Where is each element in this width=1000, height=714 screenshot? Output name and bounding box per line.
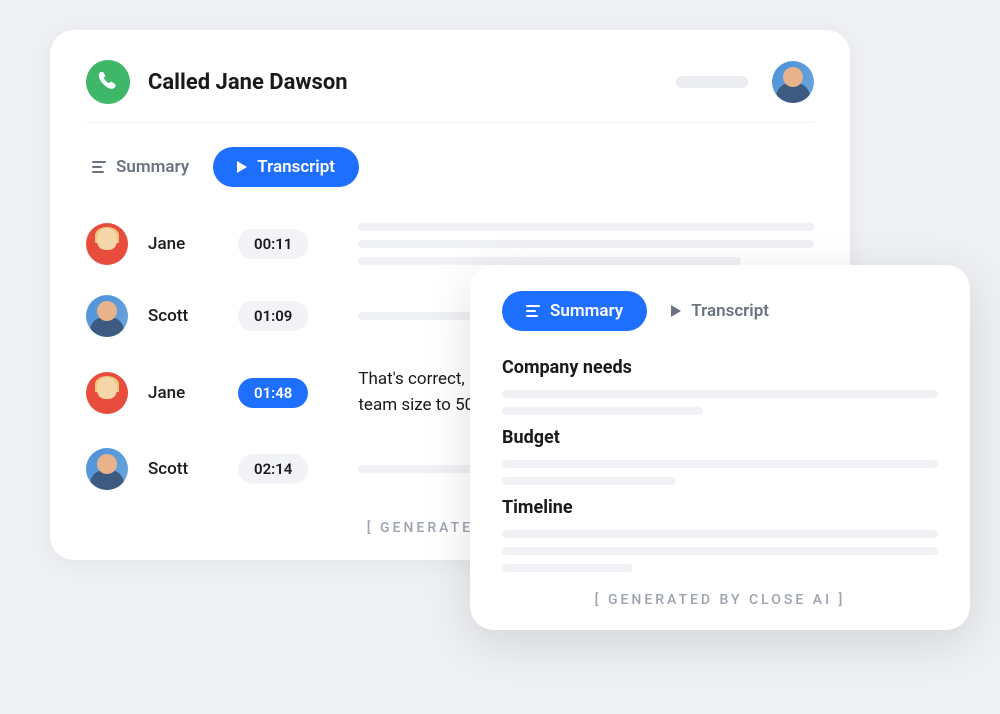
section-lines <box>502 390 938 415</box>
divider <box>86 122 814 123</box>
section-title-budget: Budget <box>502 427 938 448</box>
summary-icon <box>92 161 106 173</box>
timestamp-active[interactable]: 01:48 <box>238 378 308 408</box>
section-lines <box>502 530 938 572</box>
tabs: Summary Transcript <box>86 147 814 187</box>
summary-icon <box>526 305 540 317</box>
section-title-company-needs: Company needs <box>502 357 938 378</box>
speaker-name: Jane <box>148 383 218 403</box>
tab-transcript-label: Transcript <box>257 157 335 177</box>
avatar-scott <box>86 295 128 337</box>
speaker-name: Jane <box>148 234 218 254</box>
call-title: Called Jane Dawson <box>148 70 348 95</box>
play-icon <box>671 305 681 317</box>
tab-summary[interactable]: Summary <box>502 291 647 331</box>
transcript-placeholder <box>328 223 814 265</box>
card-header: Called Jane Dawson <box>86 60 814 104</box>
avatar-jane <box>86 223 128 265</box>
header-right <box>676 61 814 103</box>
section-title-timeline: Timeline <box>502 497 938 518</box>
tab-summary-label: Summary <box>116 157 189 177</box>
summary-card: Summary Transcript Company needs Budget … <box>470 265 970 630</box>
tab-transcript-label: Transcript <box>691 301 769 321</box>
tab-summary[interactable]: Summary <box>86 147 195 187</box>
speaker-name: Scott <box>148 459 218 479</box>
transcript-row[interactable]: Jane 00:11 <box>86 223 814 265</box>
play-icon <box>237 161 247 173</box>
tab-transcript[interactable]: Transcript <box>665 291 775 331</box>
section-lines <box>502 460 938 485</box>
generated-by-footer: [ GENERATED BY CLOSE AI ] <box>502 592 938 608</box>
timestamp[interactable]: 02:14 <box>238 454 308 484</box>
phone-icon <box>86 60 130 104</box>
summary-tabs: Summary Transcript <box>502 291 938 331</box>
avatar-scott <box>86 448 128 490</box>
timestamp[interactable]: 01:09 <box>238 301 308 331</box>
tab-summary-label: Summary <box>550 301 623 321</box>
header-left: Called Jane Dawson <box>86 60 348 104</box>
timestamp[interactable]: 00:11 <box>238 229 308 259</box>
speaker-name: Scott <box>148 306 218 326</box>
header-placeholder <box>676 76 748 88</box>
tab-transcript[interactable]: Transcript <box>213 147 359 187</box>
avatar[interactable] <box>772 61 814 103</box>
avatar-jane <box>86 372 128 414</box>
